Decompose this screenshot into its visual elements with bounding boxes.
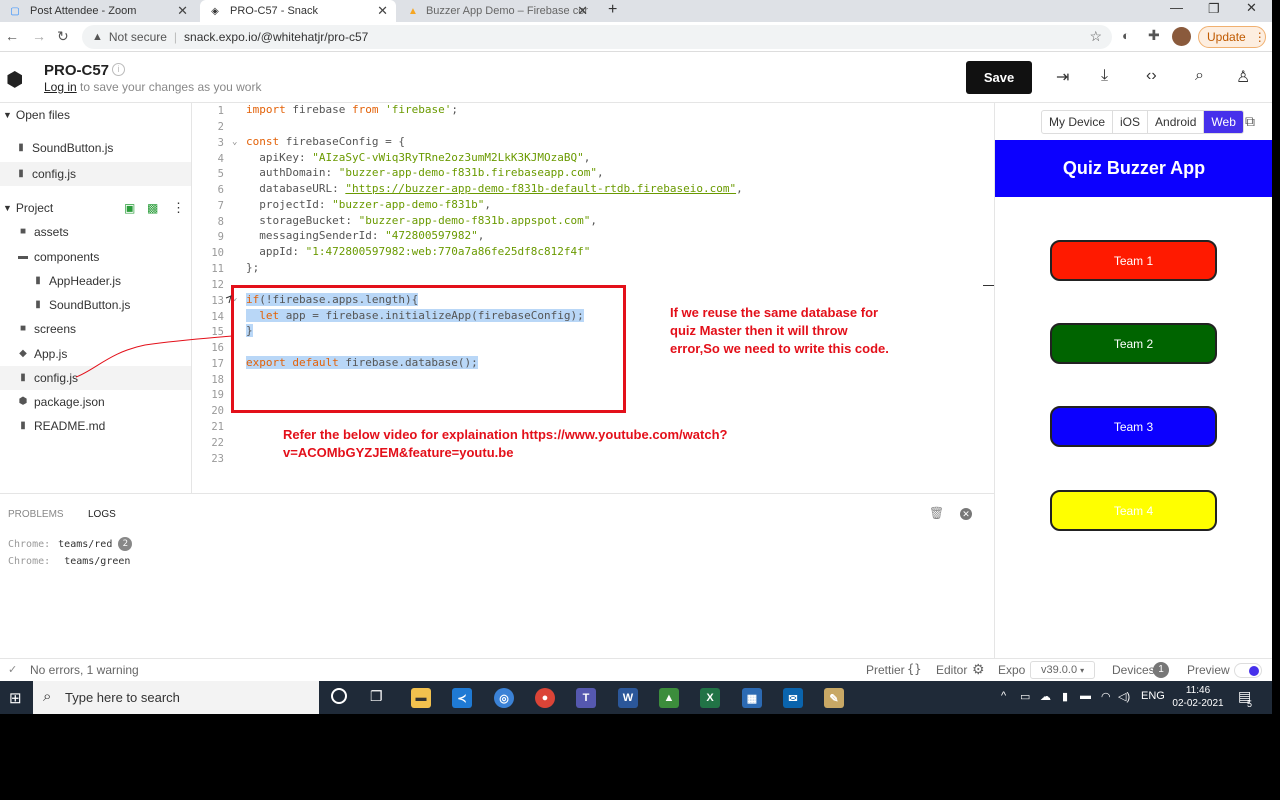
extensions-puzzle-icon[interactable]: ✚ (1148, 27, 1160, 44)
annotation-arrow (75, 295, 233, 378)
photos-icon[interactable]: ▲ (659, 688, 679, 708)
task-view-icon[interactable]: ❐ (370, 688, 383, 705)
check-icon: ✓ (8, 664, 18, 676)
paint-icon[interactable]: ✎ (824, 688, 844, 708)
prettier-toggle[interactable]: Prettier (866, 663, 905, 677)
close-panel-icon[interactable]: ✕ (960, 508, 972, 520)
sdk-version-select[interactable]: v39.0.0 ▾ (1030, 661, 1096, 679)
app-header: Quiz Buzzer App (995, 140, 1272, 197)
log-entry: Chrome: teams/red 2 (8, 537, 133, 551)
device-tabs: My Device iOS Android Web (1041, 110, 1244, 134)
expo-label: Expo (998, 663, 1026, 677)
download-icon[interactable]: ⤓ (1101, 67, 1108, 85)
user-icon[interactable]: ♙ (1236, 67, 1250, 87)
tab-my-device[interactable]: My Device (1042, 111, 1114, 133)
embed-code-icon[interactable]: ‹› (1146, 67, 1157, 85)
preview-toggle[interactable] (1234, 663, 1262, 678)
export-icon[interactable]: ⇥ (1056, 67, 1069, 87)
tab-problems[interactable]: PROBLEMS (8, 509, 64, 520)
windows-start-icon[interactable]: ⊞ (9, 689, 22, 707)
open-external-icon[interactable]: ⧉ (1245, 113, 1255, 130)
gear-icon[interactable]: ⚙ (972, 661, 985, 678)
log-entry: Chrome: teams/green (8, 556, 131, 567)
search-icon[interactable]: ⌕ (1195, 67, 1204, 85)
log-count-badge: 2 (118, 537, 133, 551)
app-icon[interactable]: ◎ (494, 688, 514, 708)
minimize-icon[interactable]: — (1170, 0, 1183, 15)
windows-taskbar: ⊞ ⌕ Type here to search ❐ ▬ ≺ ◎ ● T W ▲ … (0, 681, 1272, 714)
update-button[interactable]: Update ⋮ (1198, 26, 1266, 48)
teams-icon[interactable]: T (576, 688, 596, 708)
team-2-button[interactable]: Team 2 (1050, 323, 1217, 364)
console-panel: PROBLEMS LOGS 🗑 ✕ Chrome: teams/red 2 Ch… (0, 493, 994, 658)
onedrive-icon[interactable]: ☁ (1040, 690, 1051, 703)
tab-ios[interactable]: iOS (1113, 111, 1149, 133)
search-icon: ⌕ (43, 688, 52, 705)
tab-web[interactable]: Web (1204, 111, 1243, 133)
file-explorer-icon[interactable]: ▬ (411, 688, 431, 708)
preview-panel: My Device iOS Android Web ⧉ Quiz Buzzer … (994, 103, 1272, 658)
team-3-button[interactable]: Team 3 (1050, 406, 1217, 447)
profile-avatar[interactable] (1172, 27, 1191, 46)
word-icon[interactable]: W (618, 688, 638, 708)
devices-count-badge: 1 (1153, 662, 1169, 678)
team-1-button[interactable]: Team 1 (1050, 240, 1217, 281)
team-4-button[interactable]: Team 4 (1050, 490, 1217, 531)
chevron-down-icon: ▾ (1080, 666, 1085, 675)
screen: ▢ Post Attendee - Zoom ✕ ◈ PRO-C57 - Sna… (0, 0, 1272, 714)
clock[interactable]: 11:46 02-02-2021 (1170, 684, 1226, 710)
status-message[interactable]: No errors, 1 warning (30, 663, 139, 677)
tab-logs[interactable]: LOGS (88, 509, 116, 520)
bookmark-star-icon[interactable]: ☆ (1089, 28, 1102, 45)
show-hidden-icons-icon[interactable]: ^ (1001, 690, 1006, 702)
vscode-icon[interactable]: ≺ (452, 688, 472, 708)
notification-count: 5 (1247, 699, 1253, 709)
tab-android[interactable]: Android (1148, 111, 1205, 133)
trash-icon[interactable]: 🗑 (929, 506, 944, 520)
preview-label: Preview (1187, 663, 1230, 677)
kebab-menu-icon: ⋮ (1253, 30, 1266, 44)
status-bar: ✓ No errors, 1 warning Prettier {} Edito… (0, 658, 1272, 681)
extension-icon[interactable]: ◐ (1122, 28, 1130, 43)
meet-now-icon[interactable]: ▭ (1020, 690, 1030, 703)
chrome-icon[interactable]: ● (535, 688, 555, 708)
calculator-icon[interactable]: ▦ (742, 688, 762, 708)
excel-icon[interactable]: X (700, 688, 720, 708)
maximize-icon[interactable]: ❐ (1208, 1, 1220, 17)
battery-icon[interactable]: ▬ (1080, 690, 1091, 702)
volume-icon[interactable]: ◁) (1118, 690, 1130, 703)
braces-icon: {} (907, 662, 922, 676)
wifi-icon[interactable]: ◠ (1101, 690, 1111, 703)
close-window-icon[interactable]: ✕ (1246, 0, 1257, 16)
taskbar-search[interactable]: ⌕ Type here to search (33, 681, 319, 714)
mail-icon[interactable]: ✉ (783, 688, 803, 708)
editor-settings[interactable]: Editor (936, 663, 967, 677)
microphone-icon[interactable]: ▮ (1062, 690, 1068, 703)
devices-label[interactable]: Devices (1112, 663, 1155, 677)
cortana-icon[interactable] (331, 688, 347, 704)
language-indicator[interactable]: ENG (1141, 690, 1165, 702)
